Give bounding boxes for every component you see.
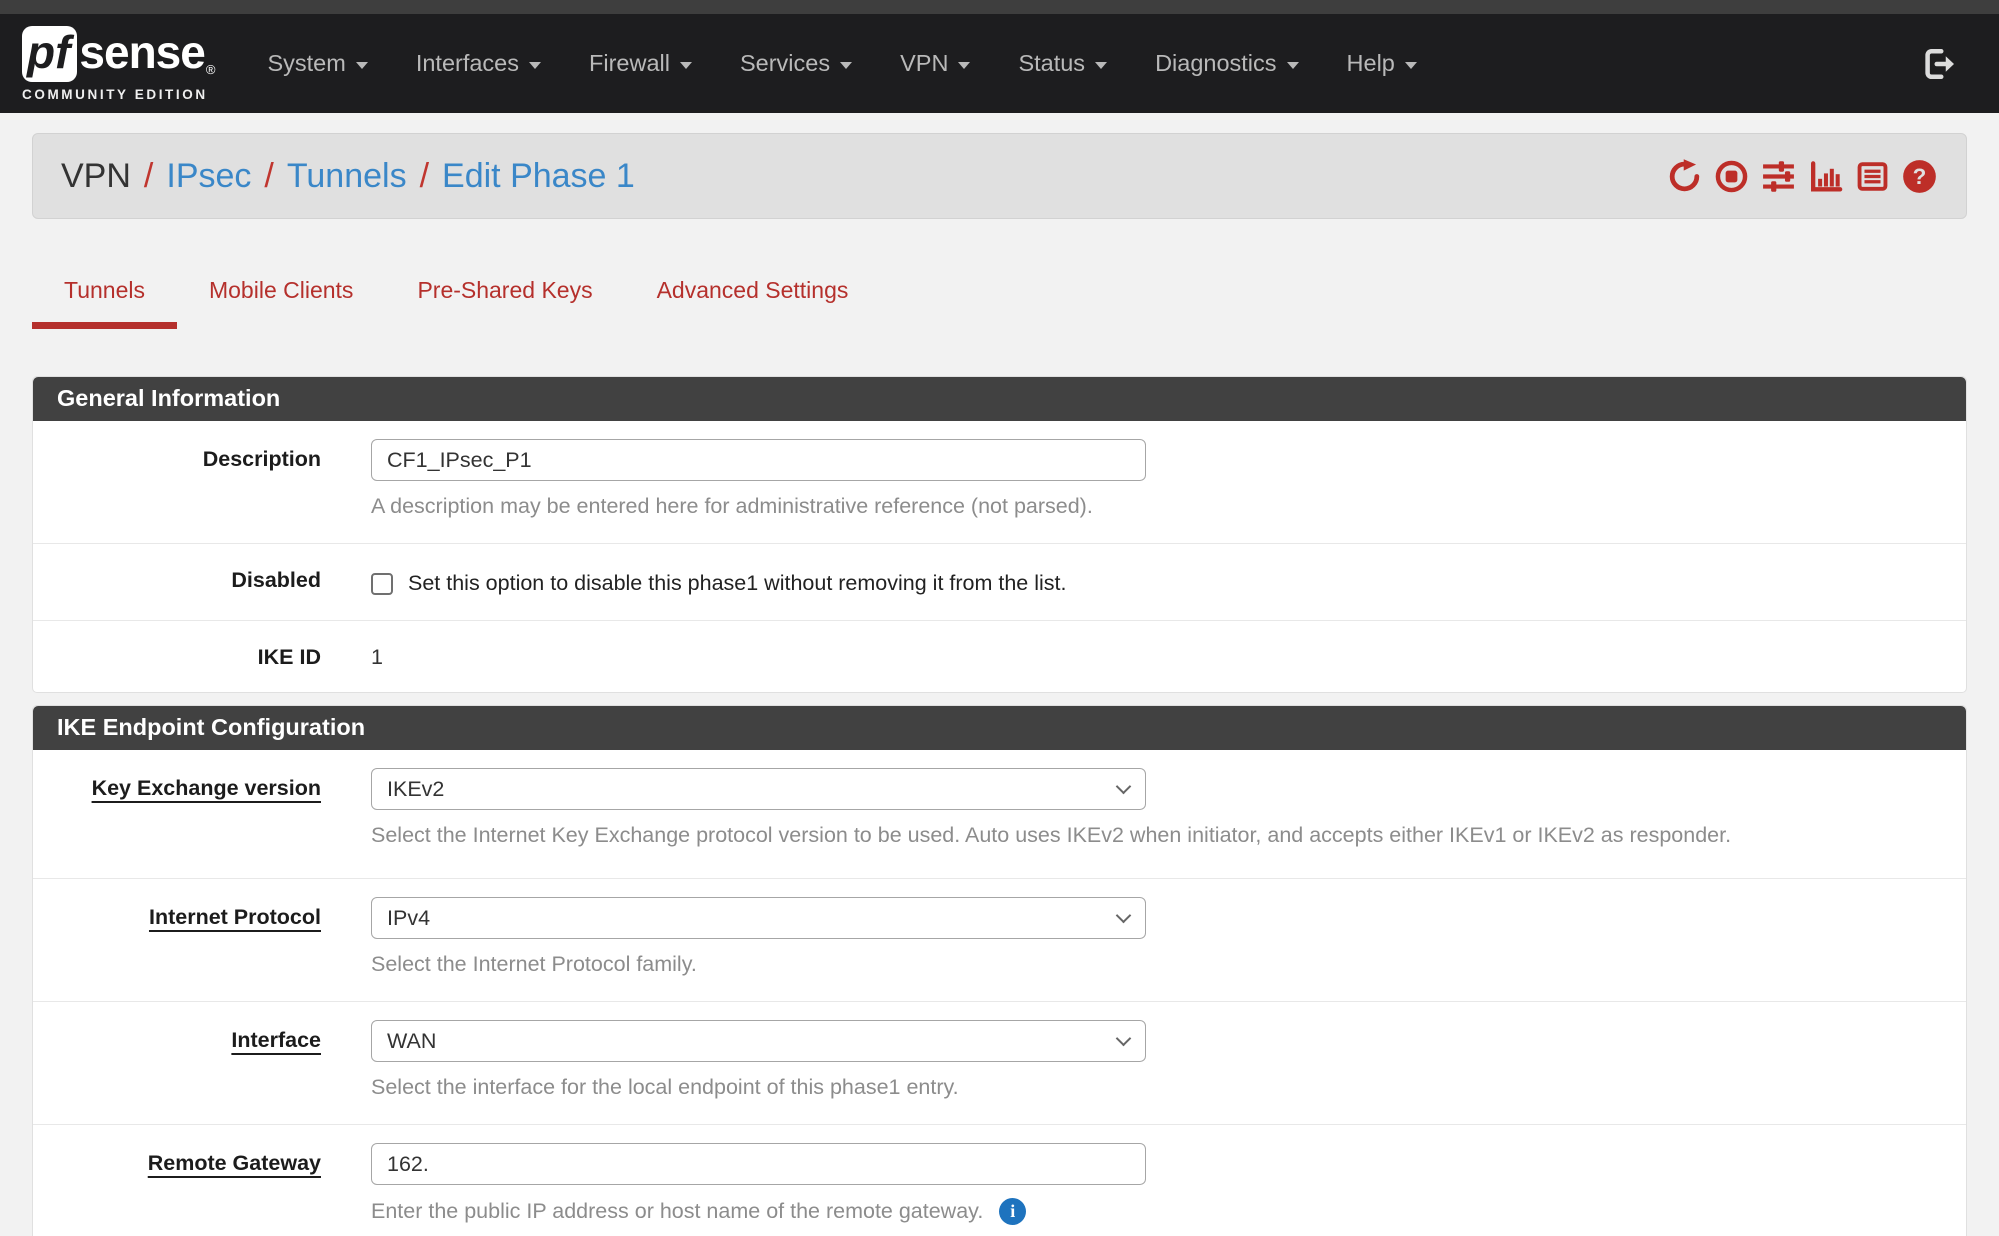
nav-item-label: System: [267, 50, 345, 77]
sign-out-icon: [1921, 46, 1957, 82]
key-exchange-version-label: Key Exchange version: [92, 776, 321, 800]
internet-protocol-select[interactable]: IPv4: [371, 897, 1146, 939]
interface-helper: Select the interface for the local endpo…: [371, 1075, 1966, 1100]
breadcrumb-separator: /: [264, 157, 273, 196]
nav-item-label: Interfaces: [416, 50, 519, 77]
info-icon: i: [999, 1198, 1026, 1225]
breadcrumb-link-ipsec[interactable]: IPsec: [166, 157, 251, 196]
tab-bar: Tunnels Mobile Clients Pre-Shared Keys A…: [32, 249, 1967, 329]
chevron-down-icon: [1287, 62, 1299, 69]
ike-endpoint-configuration-panel: IKE Endpoint Configuration Key Exchange …: [32, 705, 1967, 1236]
description-row: Description A description may be entered…: [33, 421, 1966, 543]
nav-item-vpn[interactable]: VPN: [876, 14, 994, 113]
disabled-row: Disabled Set this option to disable this…: [33, 543, 1966, 620]
remote-gateway-row: Remote Gateway Enter the public IP addre…: [33, 1124, 1966, 1236]
disabled-label: Disabled: [33, 566, 371, 598]
ike-id-row: IKE ID 1: [33, 620, 1966, 692]
internet-protocol-helper: Select the Internet Protocol family.: [371, 952, 1966, 977]
chevron-down-icon: [840, 62, 852, 69]
general-information-panel: General Information Description A descri…: [32, 376, 1967, 693]
tab-mobile-clients[interactable]: Mobile Clients: [177, 249, 385, 329]
chevron-down-icon: [958, 62, 970, 69]
disabled-checkbox[interactable]: [371, 573, 393, 595]
chevron-down-icon: [356, 62, 368, 69]
description-input[interactable]: [371, 439, 1146, 481]
nav-item-help[interactable]: Help: [1323, 14, 1441, 113]
section-title-general-information: General Information: [33, 377, 1966, 421]
tab-label: Mobile Clients: [209, 277, 353, 303]
section-title-ike-endpoint-configuration: IKE Endpoint Configuration: [33, 706, 1966, 750]
tab-advanced-settings[interactable]: Advanced Settings: [625, 249, 881, 329]
header-action-icons: ?: [1666, 158, 1938, 195]
nav-item-label: Services: [740, 50, 830, 77]
log-icon[interactable]: [1854, 158, 1891, 195]
chevron-down-icon: [529, 62, 541, 69]
page-header-panel: VPN / IPsec / Tunnels / Edit Phase 1: [32, 133, 1967, 219]
svg-text:?: ?: [1913, 164, 1927, 189]
breadcrumb-separator: /: [420, 157, 429, 196]
tab-label: Advanced Settings: [657, 277, 849, 303]
sliders-icon[interactable]: [1760, 158, 1797, 195]
tab-label: Tunnels: [64, 277, 145, 303]
breadcrumb-separator: /: [144, 157, 153, 196]
tab-tunnels[interactable]: Tunnels: [32, 249, 177, 329]
remote-gateway-helper: Enter the public IP address or host name…: [371, 1198, 1966, 1225]
ike-id-value: 1: [371, 643, 1966, 670]
breadcrumb: VPN / IPsec / Tunnels / Edit Phase 1: [61, 157, 635, 196]
pfsense-logo[interactable]: pf sense ® COMMUNITY EDITION: [22, 26, 215, 102]
registered-mark: ®: [206, 62, 216, 77]
description-helper: A description may be entered here for ad…: [371, 494, 1966, 519]
help-icon[interactable]: ?: [1901, 158, 1938, 195]
nav-item-interfaces[interactable]: Interfaces: [392, 14, 565, 113]
navbar-menu: System Interfaces Firewall Services VPN …: [243, 14, 1440, 113]
stop-icon[interactable]: [1713, 158, 1750, 195]
internet-protocol-row: Internet Protocol IPv4 Select the Intern…: [33, 878, 1966, 1001]
internet-protocol-label: Internet Protocol: [149, 905, 321, 929]
nav-item-label: Help: [1347, 50, 1395, 77]
nav-item-label: VPN: [900, 50, 948, 77]
chevron-down-icon: [1405, 62, 1417, 69]
remote-gateway-label: Remote Gateway: [148, 1151, 321, 1175]
pfsense-logo-sense: sense: [79, 26, 204, 79]
chevron-down-icon: [680, 62, 692, 69]
nav-item-label: Diagnostics: [1155, 50, 1276, 77]
tab-label: Pre-Shared Keys: [417, 277, 592, 303]
helper-text: Select the Internet Protocol family.: [371, 952, 697, 977]
pfsense-logo-pf: pf: [22, 26, 77, 82]
helper-text: A description may be entered here for ad…: [371, 494, 1093, 519]
ike-id-label: IKE ID: [33, 643, 371, 670]
nav-item-firewall[interactable]: Firewall: [565, 14, 716, 113]
key-exchange-version-select[interactable]: IKEv2: [371, 768, 1146, 810]
interface-select[interactable]: WAN: [371, 1020, 1146, 1062]
nav-item-services[interactable]: Services: [716, 14, 876, 113]
top-strip: [0, 0, 1999, 14]
nav-item-label: Firewall: [589, 50, 670, 77]
refresh-icon[interactable]: [1666, 158, 1703, 195]
helper-text: Select the interface for the local endpo…: [371, 1075, 959, 1100]
interface-label: Interface: [231, 1028, 321, 1052]
nav-item-diagnostics[interactable]: Diagnostics: [1131, 14, 1322, 113]
helper-text: Enter the public IP address or host name…: [371, 1199, 983, 1224]
tab-pre-shared-keys[interactable]: Pre-Shared Keys: [385, 249, 624, 329]
description-label: Description: [33, 439, 371, 519]
nav-item-system[interactable]: System: [243, 14, 391, 113]
interface-row: Interface WAN Select the interface for t…: [33, 1001, 1966, 1124]
chart-icon[interactable]: [1807, 158, 1844, 195]
nav-item-status[interactable]: Status: [994, 14, 1131, 113]
main-navbar: pf sense ® COMMUNITY EDITION System Inte…: [0, 14, 1999, 113]
breadcrumb-link-edit-phase-1[interactable]: Edit Phase 1: [442, 157, 635, 196]
chevron-down-icon: [1095, 62, 1107, 69]
breadcrumb-root: VPN: [61, 157, 131, 196]
key-exchange-version-helper: Select the Internet Key Exchange protoco…: [371, 823, 1966, 848]
helper-text: Select the Internet Key Exchange protoco…: [371, 823, 1731, 848]
sign-out-button[interactable]: [1921, 46, 1957, 82]
disabled-option-text: Set this option to disable this phase1 w…: [408, 571, 1066, 596]
breadcrumb-link-tunnels[interactable]: Tunnels: [287, 157, 407, 196]
community-edition-label: COMMUNITY EDITION: [22, 87, 215, 102]
nav-item-label: Status: [1018, 50, 1085, 77]
key-exchange-version-row: Key Exchange version IKEv2 Select the In…: [33, 750, 1966, 878]
remote-gateway-input[interactable]: [371, 1143, 1146, 1185]
